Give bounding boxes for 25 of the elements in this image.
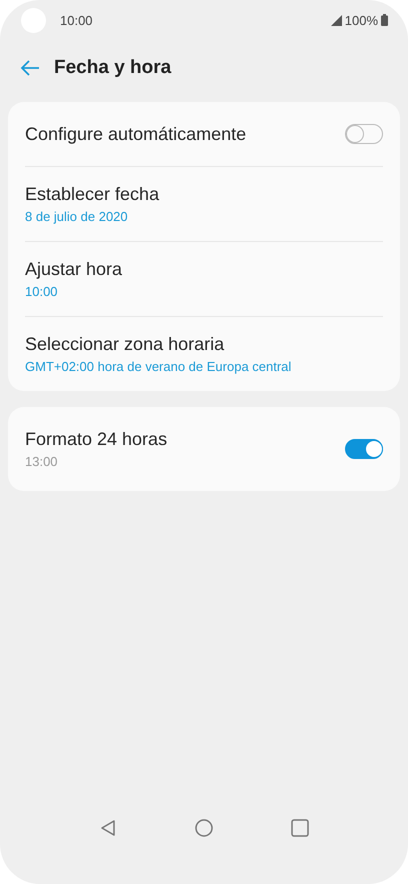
back-arrow-icon[interactable] bbox=[20, 60, 40, 76]
recents-icon[interactable] bbox=[291, 819, 309, 837]
battery-percentage: 100% bbox=[344, 12, 378, 28]
settings-row[interactable]: Seleccionar zona horaria GMT+02:00 hora de verano de Europa central bbox=[25, 316, 383, 391]
home-icon[interactable] bbox=[195, 819, 213, 837]
setting-title: Configure automáticamente bbox=[25, 124, 248, 144]
back-icon[interactable] bbox=[99, 819, 117, 837]
setting-value: 8 de julio de 2020 bbox=[25, 209, 129, 224]
setting-title: Ajustar hora bbox=[25, 259, 124, 280]
settings-row[interactable]: Configure automáticamente bbox=[25, 102, 383, 166]
settings-row[interactable]: Formato 24 horas 13:00 bbox=[25, 407, 383, 491]
signal-icon bbox=[330, 14, 342, 26]
settings-row[interactable]: Ajustar hora 10:00 bbox=[25, 241, 383, 316]
setting-summary: 13:00 bbox=[25, 454, 59, 469]
setting-value: 10:00 bbox=[25, 284, 59, 299]
toggle-switch[interactable] bbox=[345, 124, 383, 144]
page-title: Fecha y hora bbox=[54, 57, 172, 79]
status-time: 10:00 bbox=[60, 12, 93, 28]
setting-title: Establecer fecha bbox=[25, 184, 160, 205]
setting-title: Seleccionar zona horaria bbox=[25, 334, 226, 355]
toggle-switch[interactable] bbox=[345, 439, 383, 459]
settings-row[interactable]: Establecer fecha 8 de julio de 2020 bbox=[25, 166, 383, 241]
setting-value: GMT+02:00 hora de verano de Europa central bbox=[25, 359, 292, 374]
battery-icon bbox=[381, 14, 388, 26]
setting-title: Formato 24 horas bbox=[25, 429, 168, 450]
